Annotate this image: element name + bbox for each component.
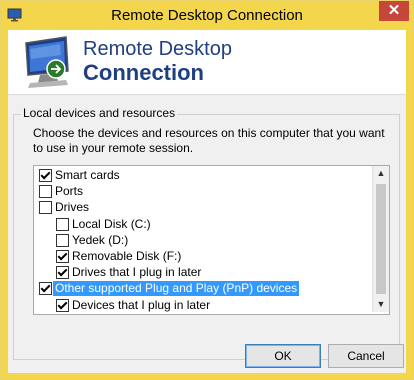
tree-item-checkbox[interactable] <box>39 282 52 296</box>
tree-item-checkbox[interactable] <box>56 233 69 247</box>
monitor-icon <box>25 36 69 88</box>
window-title: Remote Desktop Connection <box>111 7 303 24</box>
tree-scrollbar[interactable]: ▲ ▼ <box>372 166 389 312</box>
tree-item-label: Other supported Plug and Play (PnP) devi… <box>53 281 300 297</box>
ok-button[interactable]: OK <box>245 344 321 368</box>
tree-item[interactable]: Smart cards <box>34 168 374 184</box>
dialog-window: Remote Desktop Connection ✕ Remote Deskt… <box>0 0 414 380</box>
tree-item-checkbox[interactable] <box>56 217 69 231</box>
banner-title-line1: Remote Desktop <box>83 38 232 60</box>
tree-item-label: Local Disk (C:) <box>72 216 151 231</box>
tree-item-checkbox[interactable] <box>39 169 52 182</box>
tree-item-checkbox[interactable] <box>39 201 52 215</box>
scroll-thumb[interactable] <box>376 184 386 294</box>
tree-item[interactable]: Local Disk (C:) <box>34 217 374 233</box>
tree-item[interactable]: Drives that I plug in later <box>34 265 374 281</box>
header-banner: Remote Desktop Connection <box>8 30 406 95</box>
close-button[interactable]: ✕ <box>379 1 409 21</box>
tree-item-checkbox[interactable] <box>39 185 52 199</box>
tree-item[interactable]: Yedek (D:) <box>34 233 374 249</box>
title-bar[interactable]: Remote Desktop Connection ✕ <box>1 1 413 30</box>
device-tree[interactable]: Smart cards Ports−DrivesLocal Disk (C:)Ye… <box>33 165 390 315</box>
banner-title-line2: Connection <box>83 60 204 85</box>
tree-item-label: Removable Disk (F:) <box>72 249 182 263</box>
tree-item[interactable]: −Drives <box>34 200 374 216</box>
dialog-client: Remote Desktop Connection Local devices … <box>8 30 406 373</box>
tree-item-label: Ports <box>55 184 84 199</box>
tree-item-label: Drives that I plug in later <box>72 265 202 280</box>
cancel-button[interactable]: Cancel <box>328 344 404 368</box>
group-title: Local devices and resources <box>21 106 178 120</box>
scroll-up-icon[interactable]: ▲ <box>376 168 386 178</box>
tree-item-label: Smart cards <box>55 168 120 182</box>
scroll-down-icon[interactable]: ▼ <box>376 299 386 309</box>
tree-item[interactable]: −Other supported Plug and Play (PnP) dev… <box>34 281 374 297</box>
group-description: Choose the devices and resources on this… <box>33 126 385 155</box>
tree-item-label: Yedek (D:) <box>72 232 129 247</box>
tree-item-checkbox[interactable] <box>56 250 69 263</box>
tree-item-checkbox[interactable] <box>56 266 69 280</box>
tree-item[interactable]: Ports <box>34 184 374 200</box>
tree-item-checkbox[interactable] <box>56 298 69 312</box>
tree-item[interactable]: Devices that I plug in later <box>34 298 374 314</box>
tree-item-label: Drives <box>55 200 90 215</box>
tree-item-label: Devices that I plug in later <box>72 297 211 312</box>
tree-item[interactable]: Removable Disk (F:) <box>34 249 374 265</box>
